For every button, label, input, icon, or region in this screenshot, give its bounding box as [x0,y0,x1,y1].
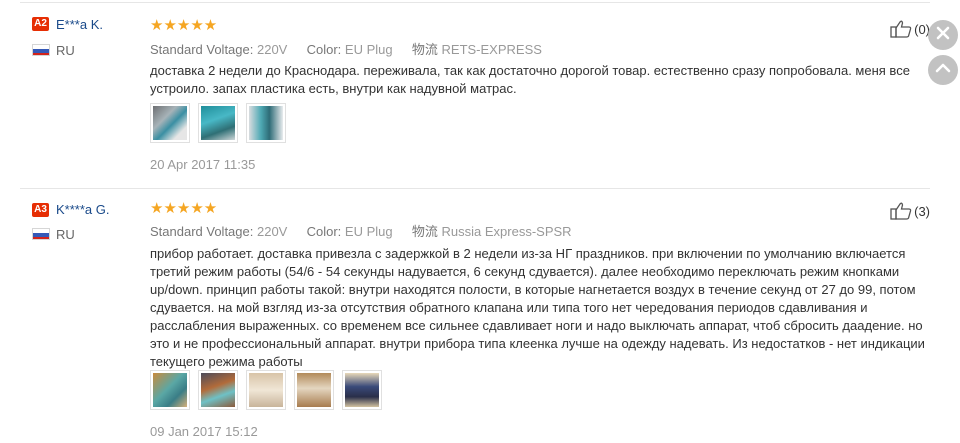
close-button[interactable] [928,20,958,50]
shipping-label: 物流 [411,42,438,57]
reviewer-name[interactable]: K****a G. [56,202,109,217]
review-photo-thumbnail[interactable] [150,370,190,410]
country-flag-icon [32,44,50,56]
thumbs-up-icon [890,202,912,220]
thumbs-up-icon [890,20,912,38]
voltage-value: 220V [256,42,288,57]
country-flag-icon [32,228,50,240]
review-text: прибор работает. доставка привезла с зад… [150,246,925,369]
review-photo-thumbnail[interactable] [246,103,286,143]
star-rating: ★★★★★ [150,17,218,34]
reviewer-name[interactable]: E***a K. [56,17,103,32]
review-item: A2 E***a K. RU ★★★★★ Standard Voltage: 2… [20,2,930,189]
order-attributes: Standard Voltage: 220V Color: EU Plug 物流… [150,221,572,240]
shipping-value: RETS-EXPRESS [441,42,542,57]
review-item: A3 K****a G. RU ★★★★★ Standard Voltage: … [20,189,930,443]
voltage-value: 220V [256,224,288,239]
color-value: EU Plug [344,42,393,57]
helpful-count: (3) [914,203,930,219]
close-icon [936,26,950,45]
review-photo-thumbnail[interactable] [294,370,334,410]
shipping-label: 物流 [411,224,438,239]
country-code: RU [56,227,75,242]
buyer-level-badge: A3 [32,203,49,217]
review-photo-thumbnail[interactable] [198,370,238,410]
voltage-label: Standard Voltage: [150,42,254,57]
color-label: Color: [306,42,342,57]
buyer-level-badge: A2 [32,17,49,31]
review-photos [150,103,286,143]
review-photo-thumbnail[interactable] [246,370,286,410]
star-rating: ★★★★★ [150,200,218,217]
country-code: RU [56,43,75,58]
review-text: доставка 2 недели до Краснодара. пережив… [150,63,910,96]
color-value: EU Plug [344,224,393,239]
chevron-up-icon [935,61,951,79]
color-label: Color: [306,224,342,239]
order-attributes: Standard Voltage: 220V Color: EU Plug 物流… [150,39,542,58]
review-date: 09 Jan 2017 15:12 [150,424,258,439]
review-date: 20 Apr 2017 11:35 [150,157,256,172]
voltage-label: Standard Voltage: [150,224,254,239]
review-photo-thumbnail[interactable] [198,103,238,143]
helpful-button[interactable]: (0) [890,20,930,38]
scroll-to-top-button[interactable] [928,55,958,85]
review-photo-thumbnail[interactable] [150,103,190,143]
review-photo-thumbnail[interactable] [342,370,382,410]
helpful-button[interactable]: (3) [890,202,930,220]
review-photos [150,370,382,410]
shipping-value: Russia Express-SPSR [441,224,572,239]
